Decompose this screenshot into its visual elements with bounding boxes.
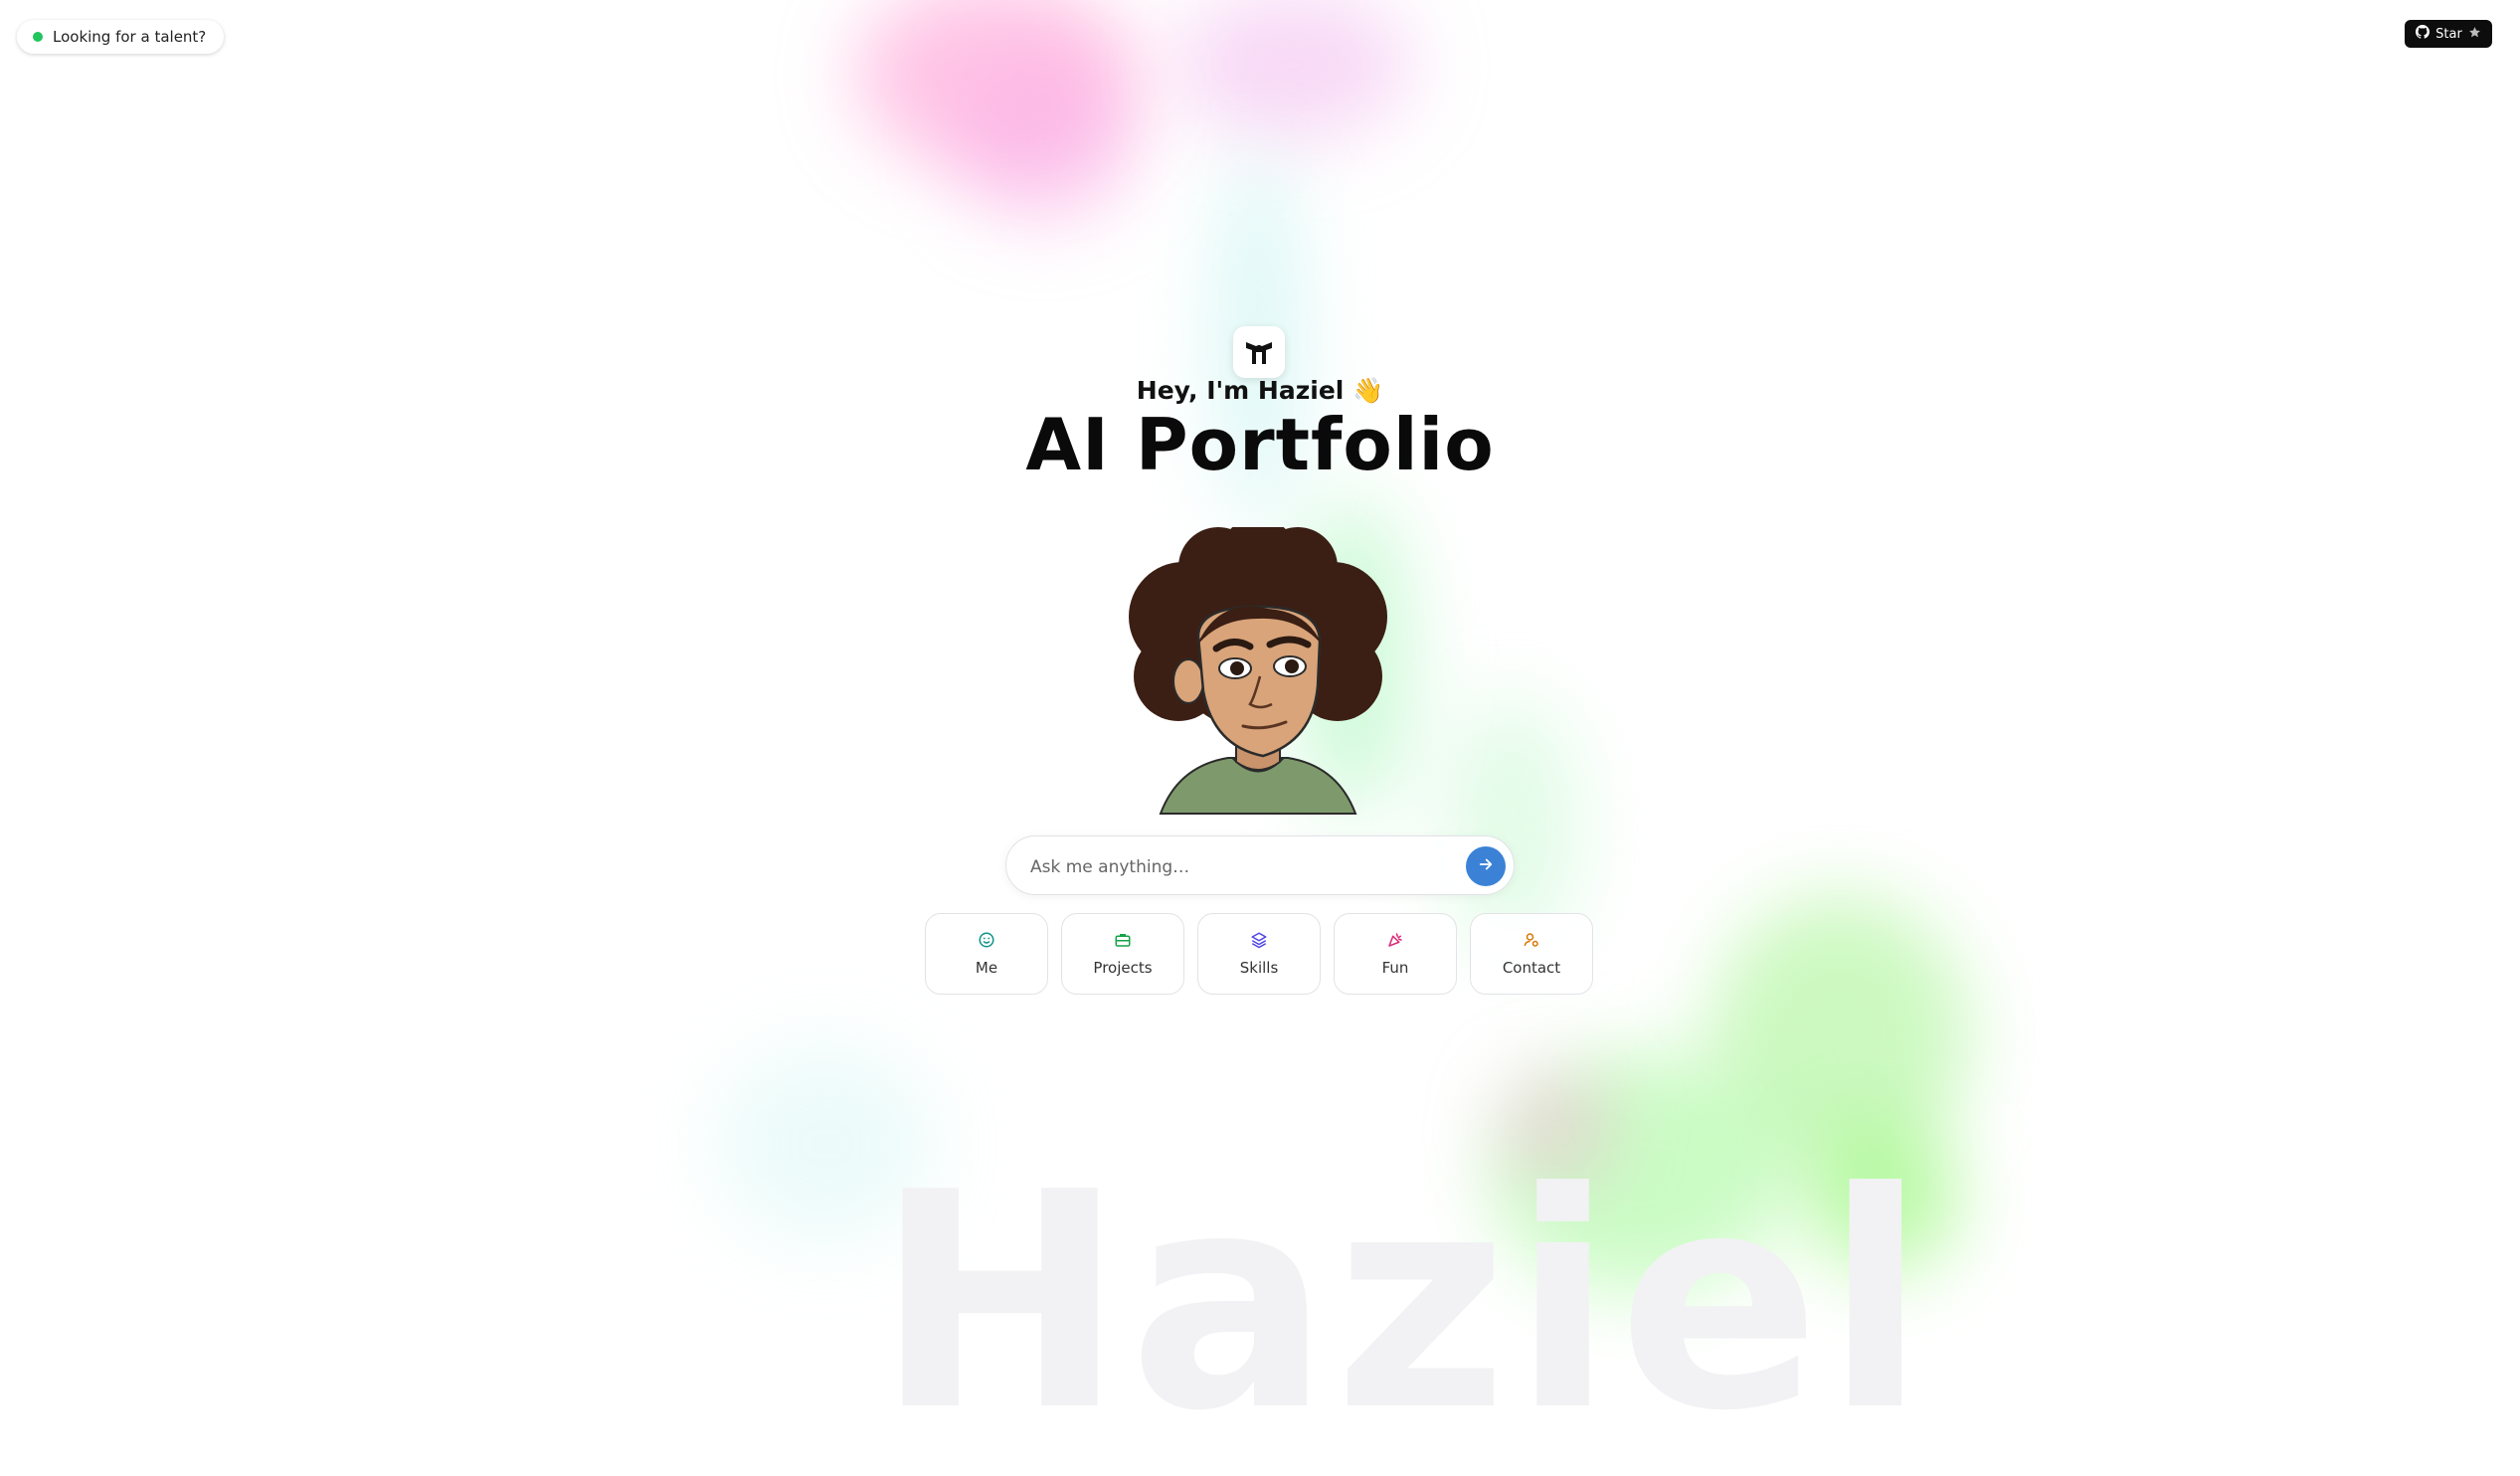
- looking-for-talent-badge[interactable]: Looking for a talent?: [17, 20, 225, 54]
- name-watermark: Haziel: [875, 1129, 1931, 1476]
- quick-action-skills[interactable]: Skills: [1197, 913, 1321, 995]
- greeting-text: Hey, I'm Haziel 👋: [1136, 376, 1384, 405]
- quick-actions: Me Projects Skills Fun Contact: [925, 913, 1593, 995]
- talent-badge-label: Looking for a talent?: [53, 28, 207, 46]
- arrow-right-icon: [1477, 855, 1495, 877]
- quick-action-contact[interactable]: Contact: [1470, 913, 1593, 995]
- star-icon: [2468, 26, 2481, 43]
- ask-input[interactable]: [1028, 846, 1450, 888]
- github-star-label: Star: [2435, 26, 2462, 42]
- quick-action-label: Projects: [1093, 959, 1153, 977]
- page-title: AI Portfolio: [1025, 403, 1495, 486]
- portfolio-logo-icon: [1233, 326, 1285, 378]
- github-star-button[interactable]: Star: [2405, 20, 2492, 48]
- chat-input-bar: [1005, 835, 1515, 895]
- quick-action-label: Me: [975, 959, 998, 977]
- quick-action-label: Contact: [1502, 959, 1561, 977]
- quick-action-me[interactable]: Me: [925, 913, 1048, 995]
- user-contact-icon: [1523, 931, 1540, 953]
- github-icon: [2416, 25, 2430, 43]
- party-popper-icon: [1386, 931, 1404, 953]
- avatar: [1109, 517, 1407, 816]
- quick-action-label: Fun: [1381, 959, 1409, 977]
- briefcase-icon: [1114, 931, 1132, 953]
- quick-action-fun[interactable]: Fun: [1334, 913, 1457, 995]
- quick-action-label: Skills: [1239, 959, 1279, 977]
- smile-icon: [978, 931, 995, 953]
- quick-action-projects[interactable]: Projects: [1061, 913, 1184, 995]
- layers-icon: [1250, 931, 1268, 953]
- status-dot-icon: [33, 32, 43, 42]
- send-button[interactable]: [1466, 846, 1506, 886]
